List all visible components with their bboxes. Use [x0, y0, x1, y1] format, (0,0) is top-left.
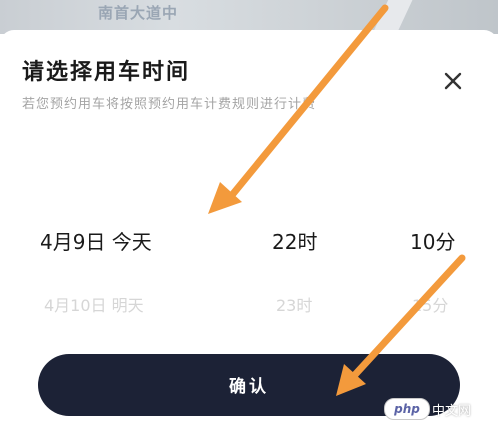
- picker-next-row[interactable]: 4月10日 明天 23时 15分: [0, 292, 498, 316]
- watermark-text: 中文网: [432, 404, 472, 419]
- time-picker-sheet: 请选择用车时间 若您预约用车将按照预约用车计费规则进行计费 4月9日 今天 22…: [0, 30, 498, 436]
- picker-minute-selected[interactable]: 10分: [410, 226, 455, 255]
- picker-date-selected[interactable]: 4月9日 今天: [40, 226, 152, 255]
- watermark-logo: php: [384, 398, 430, 420]
- confirm-button-label: 确认: [229, 377, 269, 397]
- app-screen: 南首大道中 请选择用车时间 若您预约用车将按照预约用车计费规则进行计费 4月9日…: [0, 0, 498, 436]
- map-road-label: 南首大道中: [98, 4, 179, 22]
- picker-selected-row[interactable]: 4月9日 今天 22时 10分: [0, 226, 498, 256]
- close-icon: [444, 72, 462, 90]
- picker-hour-next[interactable]: 23时: [276, 292, 312, 316]
- sheet-title: 请选择用车时间: [22, 60, 191, 85]
- picker-hour-selected[interactable]: 22时: [272, 226, 317, 255]
- picker-date-next[interactable]: 4月10日 明天: [44, 292, 144, 316]
- sheet-subtitle: 若您预约用车将按照预约用车计费规则进行计费: [22, 97, 317, 112]
- close-button[interactable]: [438, 66, 468, 96]
- picker-minute-next[interactable]: 15分: [412, 292, 448, 316]
- site-watermark: php 中文网: [384, 396, 494, 422]
- map-background: 南首大道中: [0, 0, 498, 34]
- map-road: [368, 0, 414, 34]
